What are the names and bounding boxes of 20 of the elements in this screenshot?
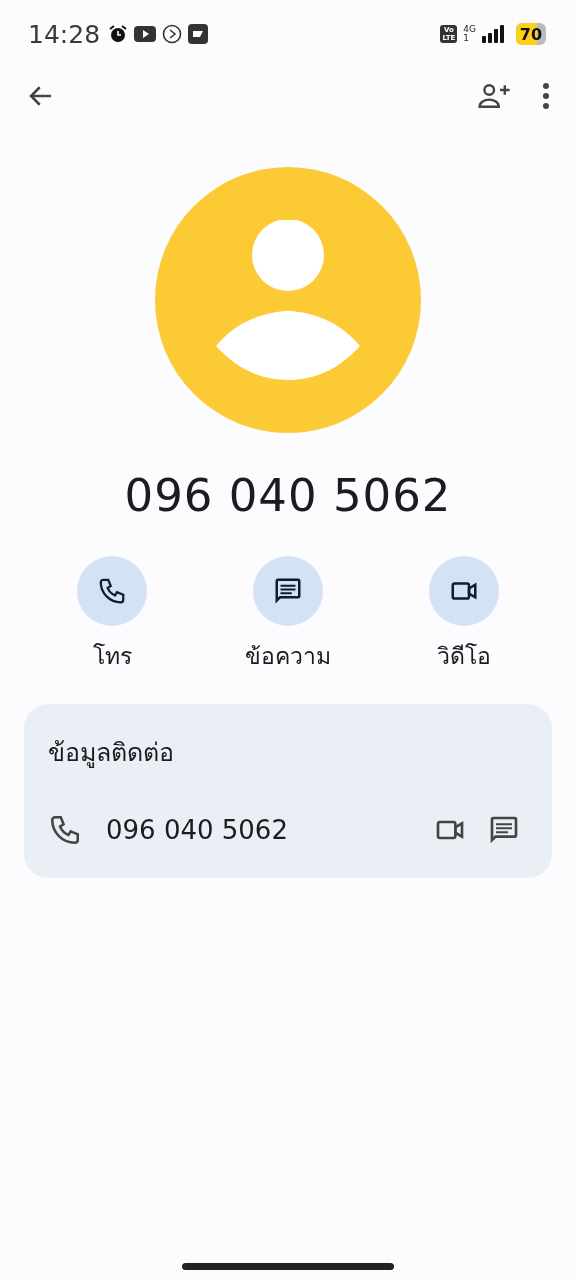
video-action-button[interactable]: วิดีโอ [376, 556, 552, 674]
more-options-icon [542, 82, 550, 110]
contact-name: 096 040 5062 [123, 469, 453, 522]
sim-number: 1 [463, 34, 471, 43]
network-type: 4G [463, 25, 476, 34]
app-icon [188, 24, 209, 44]
phone-number[interactable]: 096 040 5062 [106, 815, 420, 845]
phone-icon [48, 813, 82, 847]
clock-time: 14:28 [28, 19, 101, 49]
message-icon [273, 576, 303, 606]
alarm-icon [108, 24, 129, 44]
phone-icon [97, 576, 127, 606]
message-action-button[interactable]: ข้อความ [200, 556, 376, 674]
call-action-button[interactable]: โทร [24, 556, 200, 674]
play-circle-icon [162, 24, 183, 44]
play-icon [134, 26, 157, 42]
add-person-icon [476, 81, 512, 111]
signal-icon [482, 25, 504, 43]
person-silhouette-icon [216, 220, 360, 380]
card-title: ข้อมูลติดต่อ [48, 737, 175, 770]
